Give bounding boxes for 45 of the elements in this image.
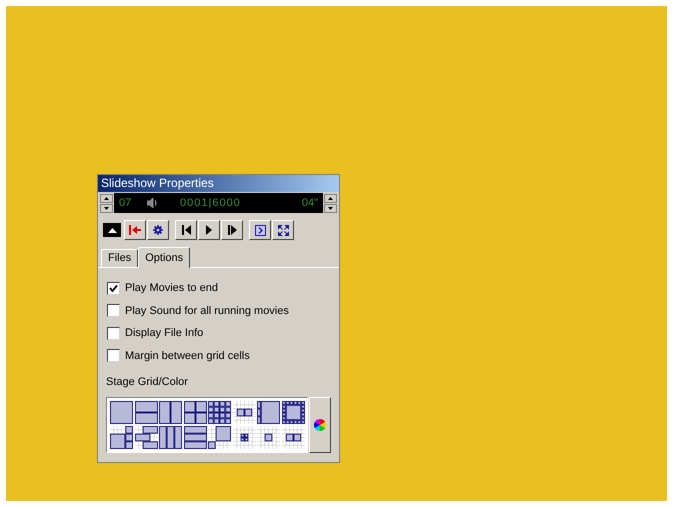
window-title: Slideshow Properties (98, 175, 339, 192)
spin-down-button[interactable] (324, 204, 337, 212)
slide-counter: 0001|6000 (180, 196, 241, 211)
skip-to-start-icon (129, 225, 141, 235)
slide-number: 07 (119, 196, 132, 211)
spin-down-button[interactable] (100, 204, 113, 212)
grid-layout-icon[interactable] (159, 400, 182, 424)
color-wheel-icon (314, 418, 326, 430)
up-triangle-icon (108, 228, 116, 232)
section-label: Stage Grid/Color (106, 375, 189, 390)
option-label: Play Sound for all running movies (125, 304, 289, 318)
option-label: Play Movies to end (125, 281, 218, 296)
grid-layout-icon[interactable] (134, 400, 158, 424)
duration: 04" (302, 196, 318, 211)
play-button[interactable] (198, 220, 220, 240)
down-arrow-icon (328, 206, 333, 210)
checkbox[interactable] (107, 304, 120, 318)
play-icon (206, 225, 212, 235)
tab[interactable]: Files (101, 249, 138, 267)
previous-button[interactable] (175, 220, 197, 240)
collapse-button[interactable] (103, 223, 121, 237)
settings-button[interactable] (147, 220, 169, 240)
fullscreen-icon (278, 224, 288, 236)
checkbox[interactable] (107, 326, 120, 340)
up-arrow-icon (104, 196, 109, 200)
settings-icon (153, 225, 163, 235)
step-back-icon (182, 225, 190, 235)
first-slide-button[interactable] (124, 220, 146, 240)
checkbox[interactable] (107, 282, 120, 295)
checkbox[interactable] (107, 349, 120, 362)
speaker-icon (147, 198, 158, 208)
jump-button[interactable] (249, 220, 271, 240)
grid-layout-icon[interactable] (110, 400, 133, 424)
color-button[interactable] (309, 396, 331, 452)
option-label: Margin between grid cells (125, 348, 250, 364)
fullscreen-button[interactable] (272, 220, 294, 240)
up-arrow-icon (328, 196, 333, 200)
down-arrow-icon (104, 206, 109, 210)
tab[interactable]: Options (138, 247, 190, 268)
option-label: Display File Info (125, 326, 204, 341)
spin-up-button[interactable] (100, 194, 113, 202)
grid-layout-icon[interactable] (184, 400, 207, 424)
spin-up-button[interactable] (324, 194, 337, 202)
step-forward-icon (228, 225, 236, 235)
next-button[interactable] (221, 220, 243, 240)
